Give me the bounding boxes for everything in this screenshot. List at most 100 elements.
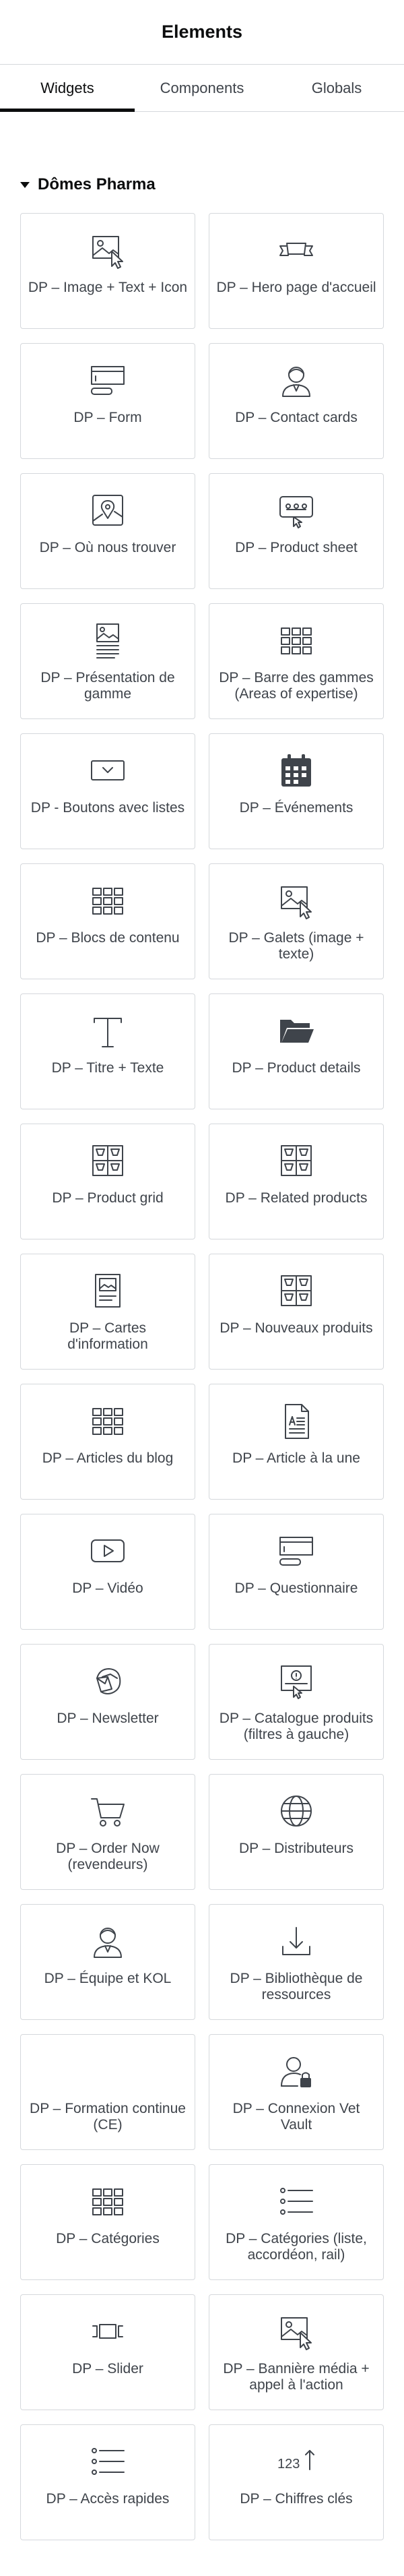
widget-card[interactable]: DP – Product grid [20, 1124, 195, 1239]
tab-label: Widgets [40, 79, 94, 96]
widget-label: DP – Événements [239, 800, 354, 816]
widget-card[interactable]: DP – Form [20, 343, 195, 459]
widget-card[interactable]: DP – Product details [209, 993, 384, 1109]
article-icon [276, 1401, 316, 1441]
widget-card[interactable]: DP – Galets (image + texte) [209, 863, 384, 979]
widget-label: DP – Accès rapides [46, 2491, 170, 2507]
widget-label: DP – Slider [72, 2361, 143, 2376]
widget-grid: DP – Image + Text + Icon DP – Hero page d… [0, 213, 404, 2540]
mail-icon [88, 1661, 128, 1701]
image-cursor-icon [88, 230, 128, 270]
widget-card[interactable]: DP – Équipe et KOL [20, 1904, 195, 2020]
widget-card[interactable]: DP – Order Now (revendeurs) [20, 1774, 195, 1890]
person-icon [276, 360, 316, 400]
widget-label: DP – Blocs de contenu [36, 930, 180, 946]
tab-widgets[interactable]: Widgets [0, 65, 135, 112]
widget-card[interactable]: DP – Connexion Vet Vault [209, 2034, 384, 2150]
widget-card[interactable]: DP – Bibliothèque de ressources [209, 1904, 384, 2020]
widget-card[interactable]: DP – Slider [20, 2294, 195, 2410]
widget-card[interactable]: DP – Barre des gammes (Areas of expertis… [209, 603, 384, 719]
widget-label: DP – Bannière média + appel à l'action [223, 2361, 370, 2393]
widget-label: DP – Product sheet [235, 540, 358, 555]
widget-card[interactable]: DP – Accès rapides [20, 2424, 195, 2540]
widget-card[interactable]: DP – Newsletter [20, 1644, 195, 1760]
counter-icon-text: 123 [277, 2457, 300, 2472]
grid-icon [276, 620, 316, 661]
widget-card[interactable]: DP – Nouveaux produits [209, 1254, 384, 1370]
widget-card[interactable]: DP – Titre + Texte [20, 993, 195, 1109]
folder-icon [276, 1010, 316, 1051]
widget-label: DP – Où nous trouver [39, 540, 176, 555]
widget-card[interactable]: DP – Présentation de gamme [20, 603, 195, 719]
widget-label: DP – Catalogue produits (filtres à gauch… [219, 1711, 374, 1742]
widget-card[interactable]: DP – Cartes d'information [20, 1254, 195, 1370]
widget-label: DP – Order Now (revendeurs) [56, 1841, 160, 1872]
widget-card[interactable]: DP – Contact cards [209, 343, 384, 459]
widget-label: DP – Contact cards [235, 410, 358, 425]
person-icon [88, 1921, 128, 1961]
widget-card[interactable]: DP – Catégories [20, 2164, 195, 2280]
video-icon [88, 1531, 128, 1571]
map-pin-icon [88, 490, 128, 530]
tab-label: Components [160, 79, 244, 96]
widget-card[interactable]: DP – Questionnaire [209, 1514, 384, 1630]
widget-label: DP – Équipe et KOL [44, 1971, 172, 1986]
document-image-icon [88, 620, 128, 661]
widget-card[interactable]: DP – Formation continue (CE) [20, 2034, 195, 2150]
product-grid-icon [88, 1140, 128, 1181]
product-grid-icon [276, 1270, 316, 1311]
user-lock-icon [276, 2051, 316, 2091]
widget-label: DP – Product details [232, 1060, 361, 1076]
widget-label: DP – Newsletter [57, 1711, 159, 1726]
widget-label: DP – Cartes d'information [67, 1320, 148, 1352]
widget-label: DP – Formation continue (CE) [30, 2101, 186, 2133]
widget-card[interactable]: DP – Blocs de contenu [20, 863, 195, 979]
widget-label: DP – Présentation de gamme [40, 670, 175, 702]
widget-card[interactable]: DP – Événements [209, 733, 384, 849]
widget-label: DP – Related products [225, 1190, 368, 1206]
widget-label: DP – Questionnaire [234, 1581, 358, 1596]
widget-card[interactable]: DP – Product sheet [209, 473, 384, 589]
grid-icon [88, 2181, 128, 2221]
widget-card[interactable]: DP – Catalogue produits (filtres à gauch… [209, 1644, 384, 1760]
widget-card[interactable]: DP – Related products [209, 1124, 384, 1239]
widget-card[interactable]: DP – Articles du blog [20, 1384, 195, 1500]
counter-icon: 123 [276, 2441, 316, 2482]
widget-card[interactable]: DP – Bannière média + appel à l'action [209, 2294, 384, 2410]
widget-card[interactable]: DP - Boutons avec listes [20, 733, 195, 849]
widget-card[interactable]: DP – Image + Text + Icon [20, 213, 195, 329]
product-grid-icon [276, 1140, 316, 1181]
widget-card[interactable]: 123 DP – Chiffres clés [209, 2424, 384, 2540]
widget-card[interactable]: DP – Hero page d'accueil [209, 213, 384, 329]
widget-label: DP – Connexion Vet Vault [232, 2101, 360, 2133]
catalogue-icon [276, 1661, 316, 1701]
widget-card[interactable]: DP – Catégories (liste, accordéon, rail) [209, 2164, 384, 2280]
dropdown-icon [88, 750, 128, 791]
widget-label: DP – Catégories [56, 2231, 160, 2246]
widget-label: DP – Galets (image + texte) [228, 930, 364, 962]
widget-label: DP – Form [73, 410, 142, 425]
widget-label: DP – Product grid [52, 1190, 164, 1206]
list-icon [88, 2441, 128, 2482]
widget-card[interactable]: DP – Où nous trouver [20, 473, 195, 589]
widget-label: DP – Image + Text + Icon [28, 280, 188, 295]
banner-icon [276, 230, 316, 270]
widget-label: DP – Article à la une [232, 1450, 360, 1466]
form-icon [276, 1531, 316, 1571]
cart-icon [88, 1791, 128, 1831]
grid-icon [88, 880, 128, 921]
empty-icon [88, 2051, 128, 2091]
panel-header: Elements [0, 0, 404, 65]
widget-card[interactable]: DP – Article à la une [209, 1384, 384, 1500]
category-title: Dômes Pharma [38, 175, 156, 193]
widget-label: DP – Barre des gammes (Areas of expertis… [219, 670, 374, 702]
panel-title: Elements [161, 22, 243, 42]
widget-card[interactable]: DP – Distributeurs [209, 1774, 384, 1890]
tab-label: Globals [311, 79, 362, 96]
widget-card[interactable]: DP – Vidéo [20, 1514, 195, 1630]
tab-components[interactable]: Components [135, 65, 269, 111]
download-icon [276, 1921, 316, 1961]
tab-bar: Widgets Components Globals [0, 65, 404, 112]
tab-globals[interactable]: Globals [269, 65, 404, 111]
category-header[interactable]: Dômes Pharma [0, 164, 404, 205]
